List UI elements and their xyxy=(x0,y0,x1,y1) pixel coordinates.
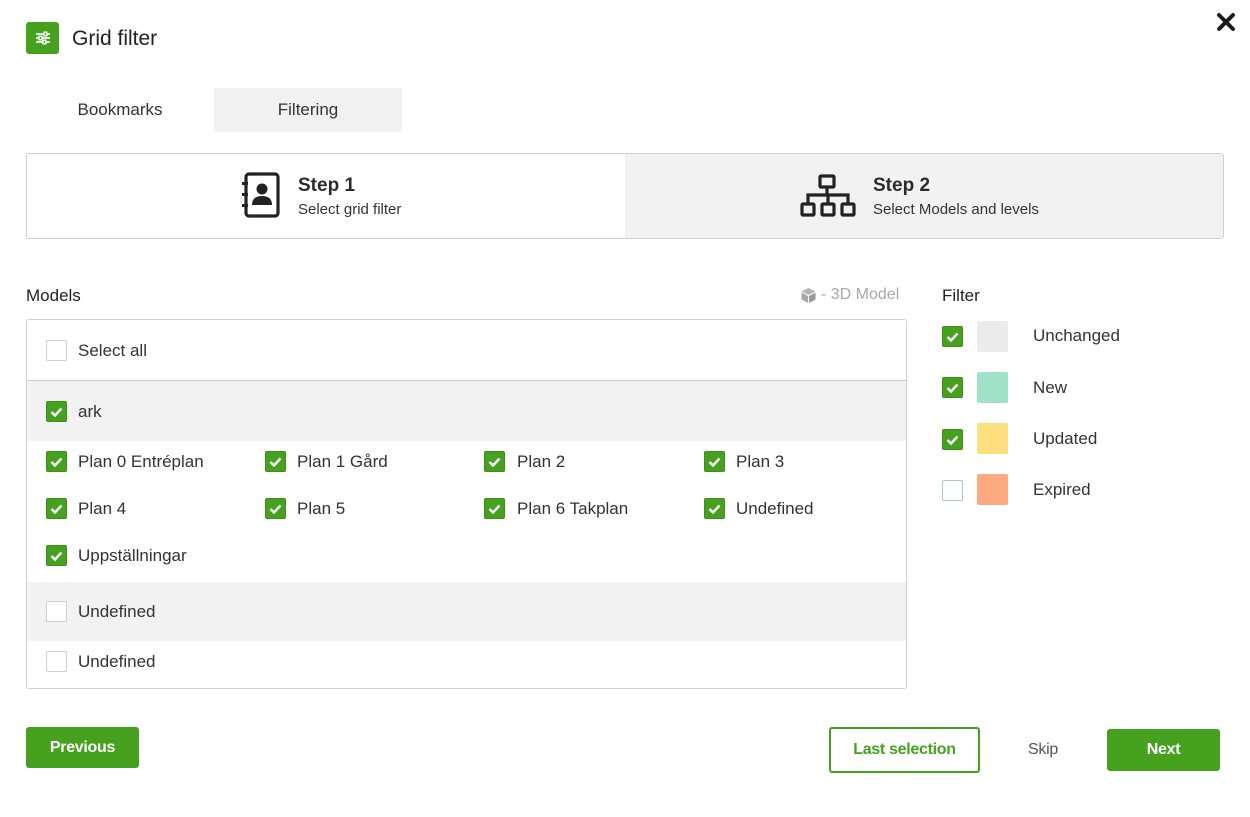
filter-updated-label: Updated xyxy=(1033,429,1098,448)
level-label: Plan 4 xyxy=(78,499,127,518)
sliders-icon xyxy=(26,22,59,54)
level-checkbox[interactable] xyxy=(484,451,505,472)
level-checkbox[interactable] xyxy=(265,498,286,519)
skip-button[interactable]: Skip xyxy=(1013,730,1073,770)
level-label: Plan 6 Takplan xyxy=(517,499,629,518)
filter-expired-checkbox[interactable] xyxy=(942,480,963,501)
level-label: Plan 5 xyxy=(297,499,346,518)
filter-unchanged-label: Unchanged xyxy=(1033,326,1120,345)
filter-expired-label: Expired xyxy=(1033,480,1091,499)
filter-unchanged-checkbox[interactable] xyxy=(942,326,963,347)
grid-filter-dialog: Grid filter Bookmarks Filtering Step 1 S… xyxy=(0,0,1250,817)
level-label: Plan 2 xyxy=(517,452,566,471)
filter-new-checkbox[interactable] xyxy=(942,377,963,398)
level-checkbox[interactable] xyxy=(46,651,67,672)
level-label: Plan 3 xyxy=(736,452,785,471)
updated-swatch xyxy=(977,423,1008,454)
last-selection-button[interactable]: Last selection xyxy=(829,727,980,773)
step-indicator: Step 1 Select grid filter Step 2 Select … xyxy=(26,153,1224,239)
step-1[interactable]: Step 1 Select grid filter xyxy=(27,154,625,238)
level-checkbox[interactable] xyxy=(704,451,725,472)
tab-filtering[interactable]: Filtering xyxy=(214,88,402,132)
ark-levels: Plan 0 Entréplan Plan 1 Gård Plan 2 Plan… xyxy=(27,441,906,582)
filter-updated-checkbox[interactable] xyxy=(942,429,963,450)
filter-label: Filter xyxy=(942,286,980,305)
level-checkbox[interactable] xyxy=(704,498,725,519)
model-legend: - 3D Model xyxy=(800,286,899,304)
level-checkbox[interactable] xyxy=(46,498,67,519)
level-checkbox[interactable] xyxy=(46,451,67,472)
level-label: Uppställningar xyxy=(78,546,187,565)
level-label: Undefined xyxy=(736,499,814,518)
contact-book-icon xyxy=(242,172,282,223)
level-label: Plan 0 Entréplan xyxy=(78,452,204,471)
dialog-title: Grid filter xyxy=(72,27,158,50)
hierarchy-icon xyxy=(800,174,856,223)
step-2-subtitle: Select Models and levels xyxy=(873,201,1039,218)
models-panel: Select all ark Plan 0 Entréplan Plan 1 G… xyxy=(26,319,907,689)
level-checkbox[interactable] xyxy=(46,545,67,566)
level-checkbox[interactable] xyxy=(265,451,286,472)
select-all-label: Select all xyxy=(78,341,147,360)
step-1-subtitle: Select grid filter xyxy=(298,201,402,218)
undefined-levels: Undefined xyxy=(27,641,906,688)
cube-icon xyxy=(801,287,816,303)
previous-button[interactable]: Previous xyxy=(26,727,139,768)
select-all-row: Select all xyxy=(27,320,906,381)
ark-label: ark xyxy=(78,402,102,421)
models-label: Models xyxy=(26,286,81,305)
model-group-undefined: Undefined xyxy=(27,582,906,641)
level-label: Undefined xyxy=(78,652,156,671)
step-2-title: Step 2 xyxy=(873,175,931,196)
select-all-checkbox[interactable] xyxy=(46,340,67,361)
level-label: Plan 1 Gård xyxy=(297,452,388,471)
level-checkbox[interactable] xyxy=(484,498,505,519)
undefined-group-checkbox[interactable] xyxy=(46,601,67,622)
next-button[interactable]: Next xyxy=(1107,729,1220,771)
model-legend-text: - 3D Model xyxy=(821,286,900,303)
unchanged-swatch xyxy=(977,321,1008,352)
expired-swatch xyxy=(977,474,1008,505)
ark-checkbox[interactable] xyxy=(46,401,67,422)
filter-new-label: New xyxy=(1033,378,1068,397)
close-icon[interactable] xyxy=(1215,11,1237,33)
new-swatch xyxy=(977,372,1008,403)
model-group-ark: ark xyxy=(27,382,906,441)
step-2[interactable]: Step 2 Select Models and levels xyxy=(625,154,1223,238)
tab-bookmarks[interactable]: Bookmarks xyxy=(26,88,214,132)
step-1-title: Step 1 xyxy=(298,175,356,196)
undefined-group-label: Undefined xyxy=(78,602,156,621)
